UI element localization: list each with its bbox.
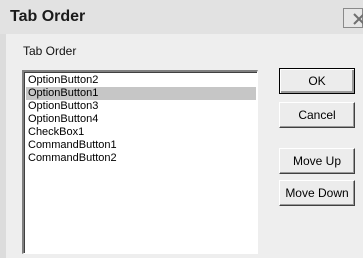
list-item[interactable]: CommandButton1	[26, 139, 256, 152]
dialog-body: Tab Order OptionButton2 OptionButton1 Op…	[6, 34, 363, 258]
list-item[interactable]: OptionButton2	[26, 74, 256, 87]
list-item[interactable]: OptionButton3	[26, 100, 256, 113]
list-items: OptionButton2 OptionButton1 OptionButton…	[26, 74, 256, 165]
move-down-button[interactable]: Move Down	[279, 180, 355, 206]
close-icon	[353, 13, 363, 25]
list-item[interactable]: CheckBox1	[26, 126, 256, 139]
ok-button[interactable]: OK	[279, 68, 355, 94]
title-bar[interactable]: Tab Order	[0, 0, 363, 34]
dialog-title: Tab Order	[10, 8, 86, 25]
cancel-button[interactable]: Cancel	[279, 102, 355, 128]
list-item[interactable]: OptionButton4	[26, 113, 256, 126]
tab-order-dialog: Tab Order Tab Order OptionButton2 Option…	[0, 0, 363, 258]
tab-order-label: Tab Order	[23, 44, 77, 58]
list-item-selected[interactable]: OptionButton1	[26, 87, 256, 100]
close-button[interactable]	[343, 8, 363, 28]
move-up-button[interactable]: Move Up	[279, 148, 355, 174]
list-item[interactable]: CommandButton2	[26, 152, 256, 165]
tab-order-listbox[interactable]: OptionButton2 OptionButton1 OptionButton…	[22, 70, 258, 254]
